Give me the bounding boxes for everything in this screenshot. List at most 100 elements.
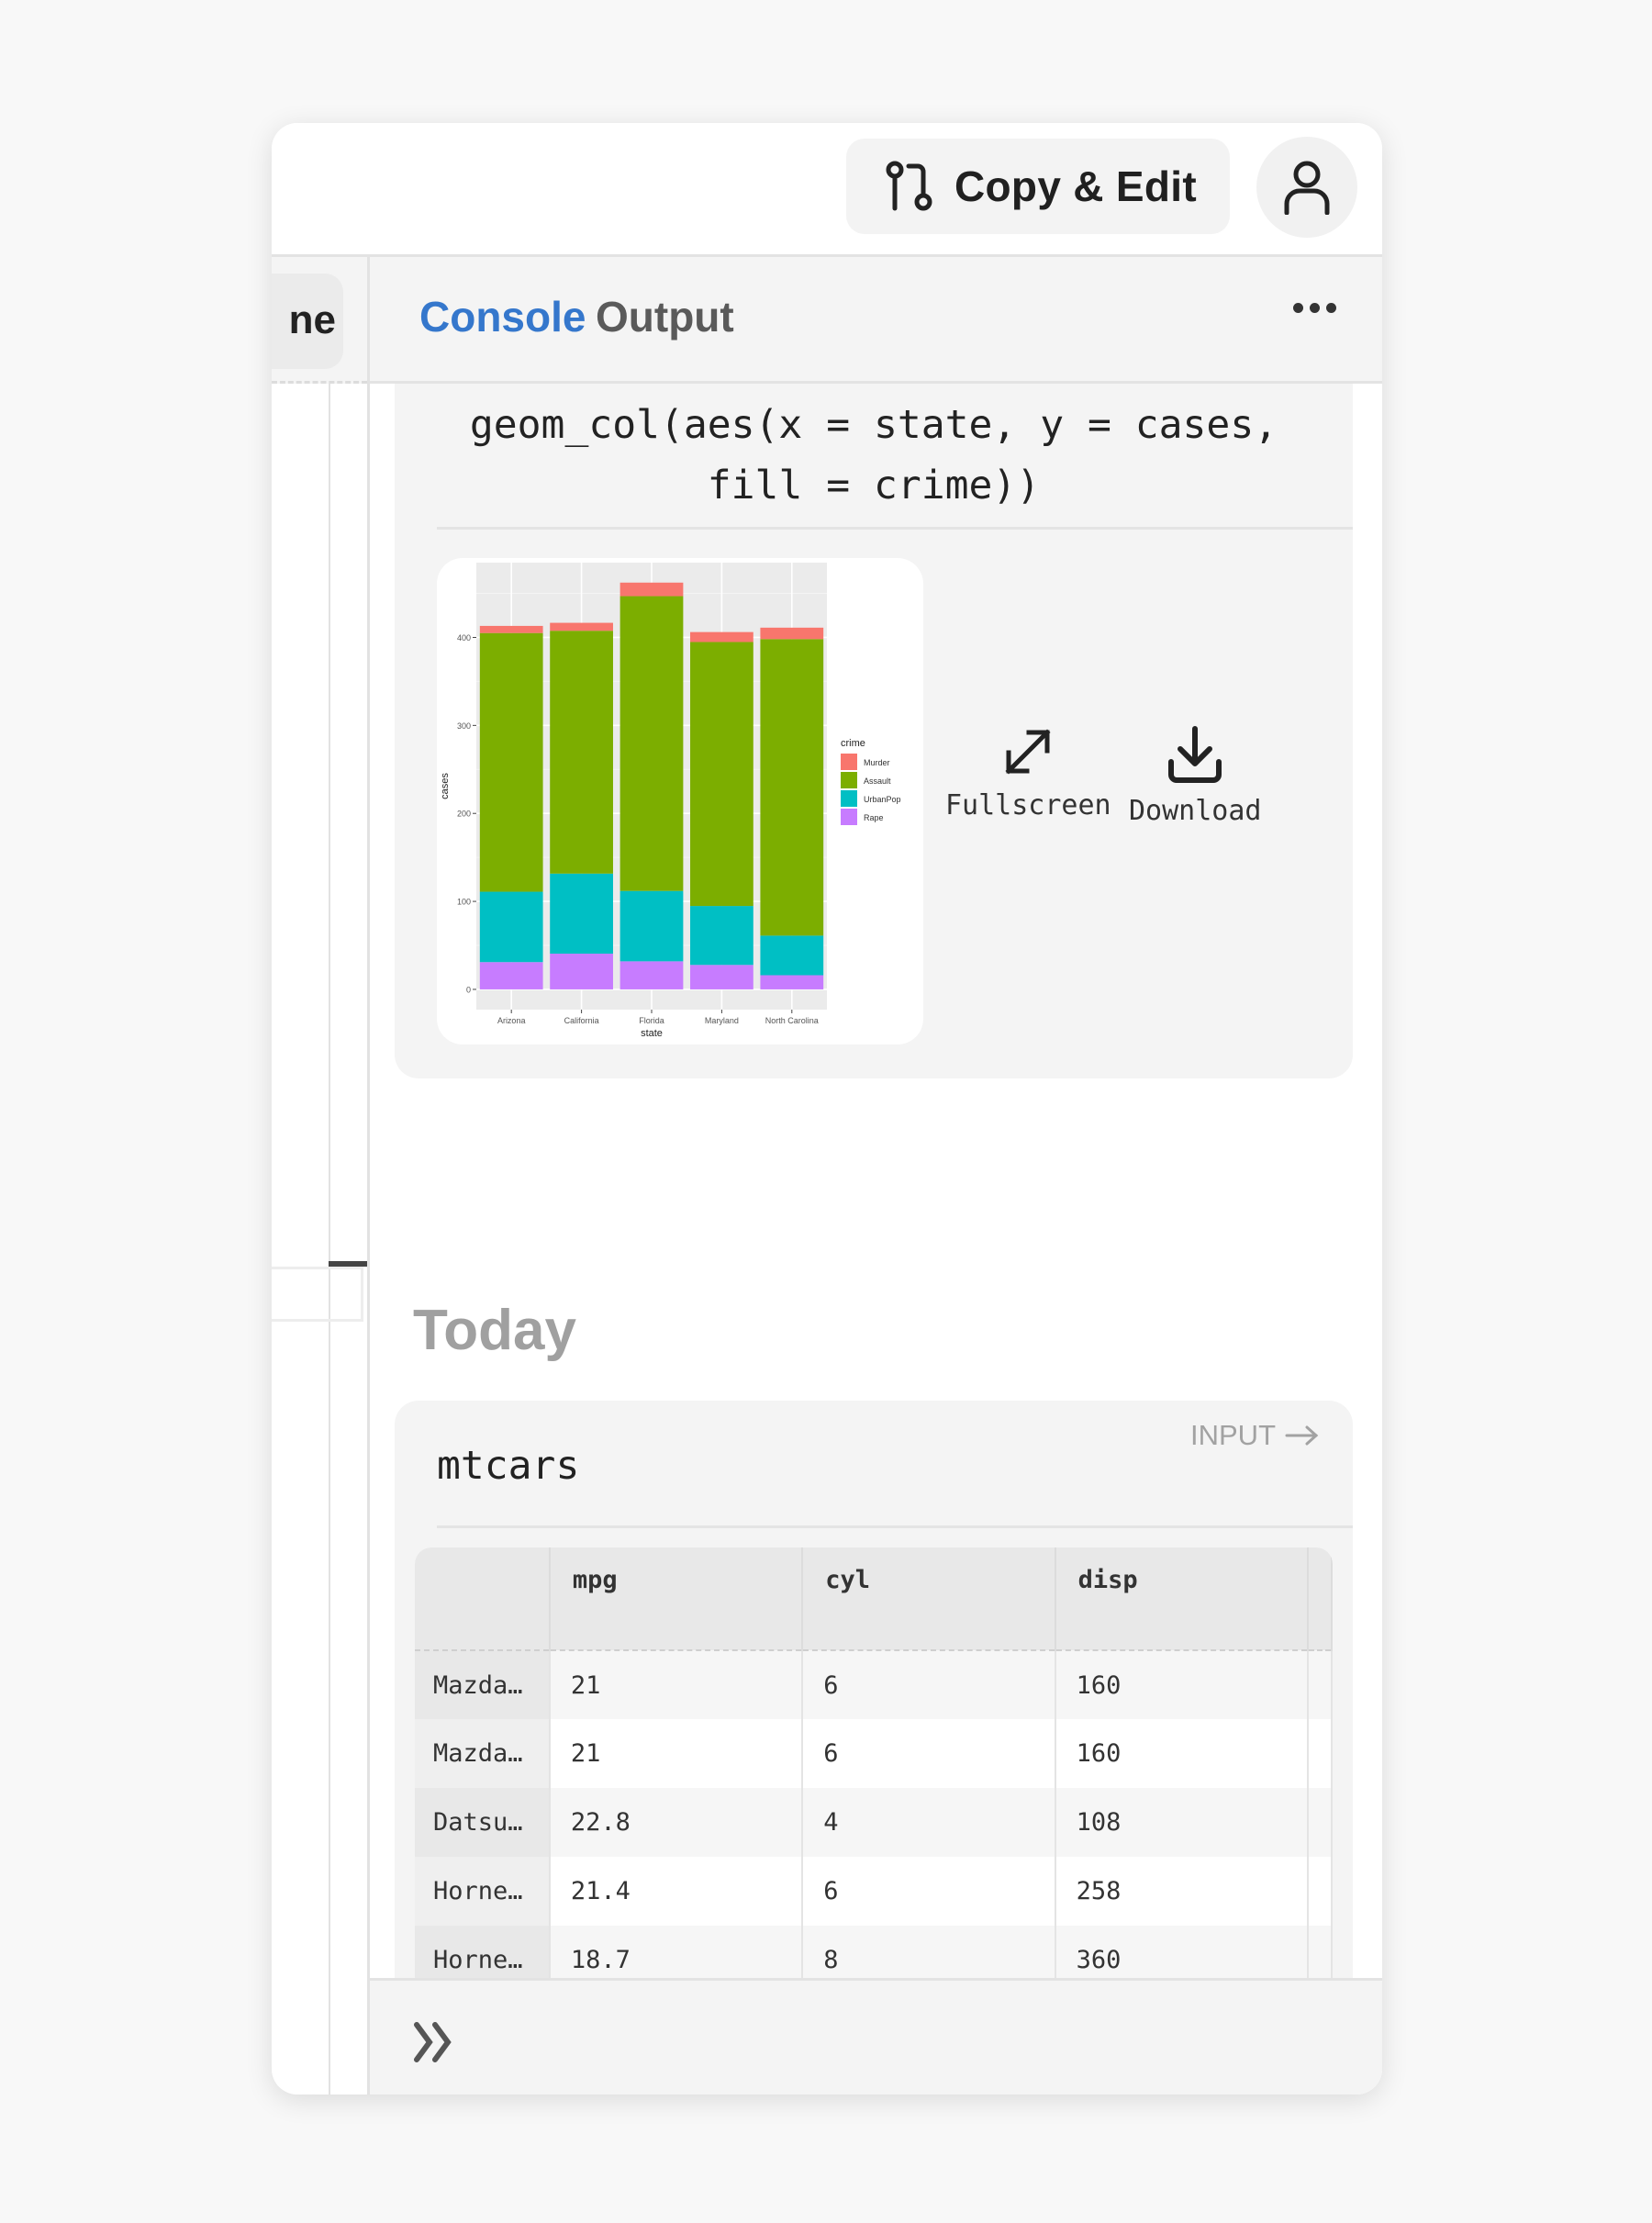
table-row: Horne… 21.4 6 258 — [415, 1857, 1333, 1926]
more-horizontal-icon[interactable] — [1293, 303, 1336, 313]
legend-title: crime — [841, 738, 865, 749]
y-tick-label: 100 — [457, 898, 471, 907]
table-cell[interactable]: 22.8 — [549, 1788, 804, 1857]
table-header-row: mpg cyl disp — [415, 1547, 1333, 1651]
row-name-cell[interactable]: Mazda… — [415, 1719, 551, 1788]
section-heading-today: Today — [413, 1299, 576, 1362]
console-cell-plot: geom_col(aes(x = state, y = cases, fill … — [395, 384, 1353, 1078]
download-button[interactable]: Download — [1129, 725, 1262, 827]
table-cell[interactable]: 160 — [1055, 1719, 1309, 1788]
bar-segment-murder — [760, 627, 824, 640]
table-cell-overflow — [1307, 1650, 1333, 1719]
table-cell[interactable]: 21 — [549, 1650, 804, 1719]
column-header[interactable]: cyl — [802, 1547, 1056, 1651]
legend-label: UrbanPop — [864, 795, 901, 804]
top-header: Copy & Edit — [272, 123, 1382, 257]
legend-swatch-murder — [841, 754, 857, 770]
code-line: fill = crime)) — [707, 463, 1041, 508]
input-link[interactable]: INPUT — [1190, 1419, 1320, 1452]
user-icon — [1284, 161, 1330, 215]
bar-segment-rape — [690, 965, 753, 989]
y-tick-label: 400 — [457, 633, 471, 642]
x-tick-label: Florida — [639, 1016, 664, 1025]
plot-output[interactable]: 0 100 200 300 400 Arizona California Florida Mar… — [437, 558, 923, 1044]
cell-divider — [437, 1525, 1353, 1528]
table-row: Datsu… 22.8 4 108 — [415, 1788, 1333, 1857]
download-icon — [1168, 726, 1222, 783]
column-header[interactable]: mpg — [549, 1547, 804, 1651]
tab-output[interactable]: Output — [596, 292, 734, 341]
git-fork-icon — [886, 161, 932, 211]
y-tick-label: 0 — [466, 985, 471, 994]
left-panel-tab[interactable]: ne — [272, 274, 343, 369]
column-header[interactable] — [415, 1547, 551, 1651]
cell-divider — [437, 527, 1353, 530]
legend-swatch-assault — [841, 772, 857, 788]
table-cell[interactable]: 21.4 — [549, 1857, 804, 1926]
app-window: Copy & Edit ne Console Output geom_col(a… — [272, 123, 1382, 2095]
x-tick-label: North Carolina — [765, 1016, 819, 1025]
table-cell[interactable]: 21 — [549, 1719, 804, 1788]
bar-segment-urbanpop — [550, 873, 613, 955]
console-tabs-bar: Console Output — [370, 257, 1382, 384]
arrow-right-icon — [1285, 1425, 1319, 1446]
table-cell[interactable]: 4 — [802, 1788, 1056, 1857]
user-avatar-button[interactable] — [1256, 137, 1357, 238]
table-row: Mazda… 21 6 160 — [415, 1719, 1333, 1788]
legend-label: Rape — [864, 813, 884, 822]
row-name-cell[interactable]: Datsu… — [415, 1788, 551, 1857]
bar-segment-urbanpop — [760, 935, 824, 976]
bar-segment-urbanpop — [620, 890, 684, 962]
table-cell[interactable]: 6 — [802, 1650, 1056, 1719]
code-line: geom_col(aes(x = state, y = cases, — [469, 402, 1278, 448]
expand-diagonal-icon — [1005, 729, 1051, 775]
bar-segment-rape — [620, 961, 684, 989]
console-cell-mtcars: INPUT mtcars mpg cyl disp Mazda… 21 6 16… — [395, 1401, 1353, 2075]
stacked-bar-chart: 0 100 200 300 400 Arizona California Florida Mar… — [440, 563, 901, 1039]
legend-swatch-rape — [841, 809, 857, 825]
bar-segment-urbanpop — [479, 891, 543, 963]
left-panel-tab-label: ne — [288, 297, 336, 342]
table-cell-overflow — [1307, 1719, 1333, 1788]
table-cell-overflow — [1307, 1788, 1333, 1857]
table-cell[interactable]: 160 — [1055, 1650, 1309, 1719]
x-tick-label: California — [564, 1016, 599, 1025]
table-cell[interactable]: 6 — [802, 1857, 1056, 1926]
copy-edit-button[interactable]: Copy & Edit — [846, 139, 1230, 234]
bar-segment-murder — [550, 622, 613, 631]
bar-segment-assault — [550, 631, 613, 874]
x-tick-label: Maryland — [705, 1016, 739, 1025]
table-cell-overflow — [1307, 1857, 1333, 1926]
left-panel-divider — [329, 384, 330, 2095]
row-name-cell[interactable]: Horne… — [415, 1857, 551, 1926]
left-panel-box — [272, 1267, 363, 1322]
bar-segment-rape — [479, 962, 543, 989]
bar-segment-assault — [760, 639, 824, 936]
bar-segment-murder — [620, 582, 684, 597]
table-row: Mazda… 21 6 160 — [415, 1650, 1333, 1719]
fullscreen-button[interactable]: Fullscreen — [945, 725, 1111, 821]
console-content: geom_col(aes(x = state, y = cases, fill … — [370, 384, 1382, 2095]
bar-segment-murder — [690, 631, 753, 642]
column-header[interactable]: disp — [1055, 1547, 1309, 1651]
download-label: Download — [1129, 795, 1262, 827]
fullscreen-label: Fullscreen — [945, 789, 1111, 821]
table-cell[interactable]: 108 — [1055, 1788, 1309, 1857]
row-name-cell[interactable]: Mazda… — [415, 1650, 551, 1719]
legend-label: Assault — [864, 776, 891, 786]
x-axis-title: state — [641, 1028, 663, 1039]
table-cell[interactable]: 258 — [1055, 1857, 1309, 1926]
bar-segment-rape — [760, 975, 824, 989]
legend-swatch-urbanpop — [841, 790, 857, 807]
legend-label: Murder — [864, 758, 890, 767]
console-input-bar[interactable] — [370, 1978, 1382, 2095]
table-cell[interactable]: 6 — [802, 1719, 1056, 1788]
bar-segment-murder — [479, 625, 543, 633]
bar-segment-urbanpop — [690, 906, 753, 966]
chevrons-right-icon — [414, 2022, 452, 2062]
bar-segment-assault — [620, 596, 684, 891]
tab-console[interactable]: Console — [419, 292, 586, 341]
code-input: mtcars — [437, 1443, 580, 1489]
left-panel: ne — [272, 257, 367, 2095]
input-label: INPUT — [1190, 1419, 1276, 1451]
